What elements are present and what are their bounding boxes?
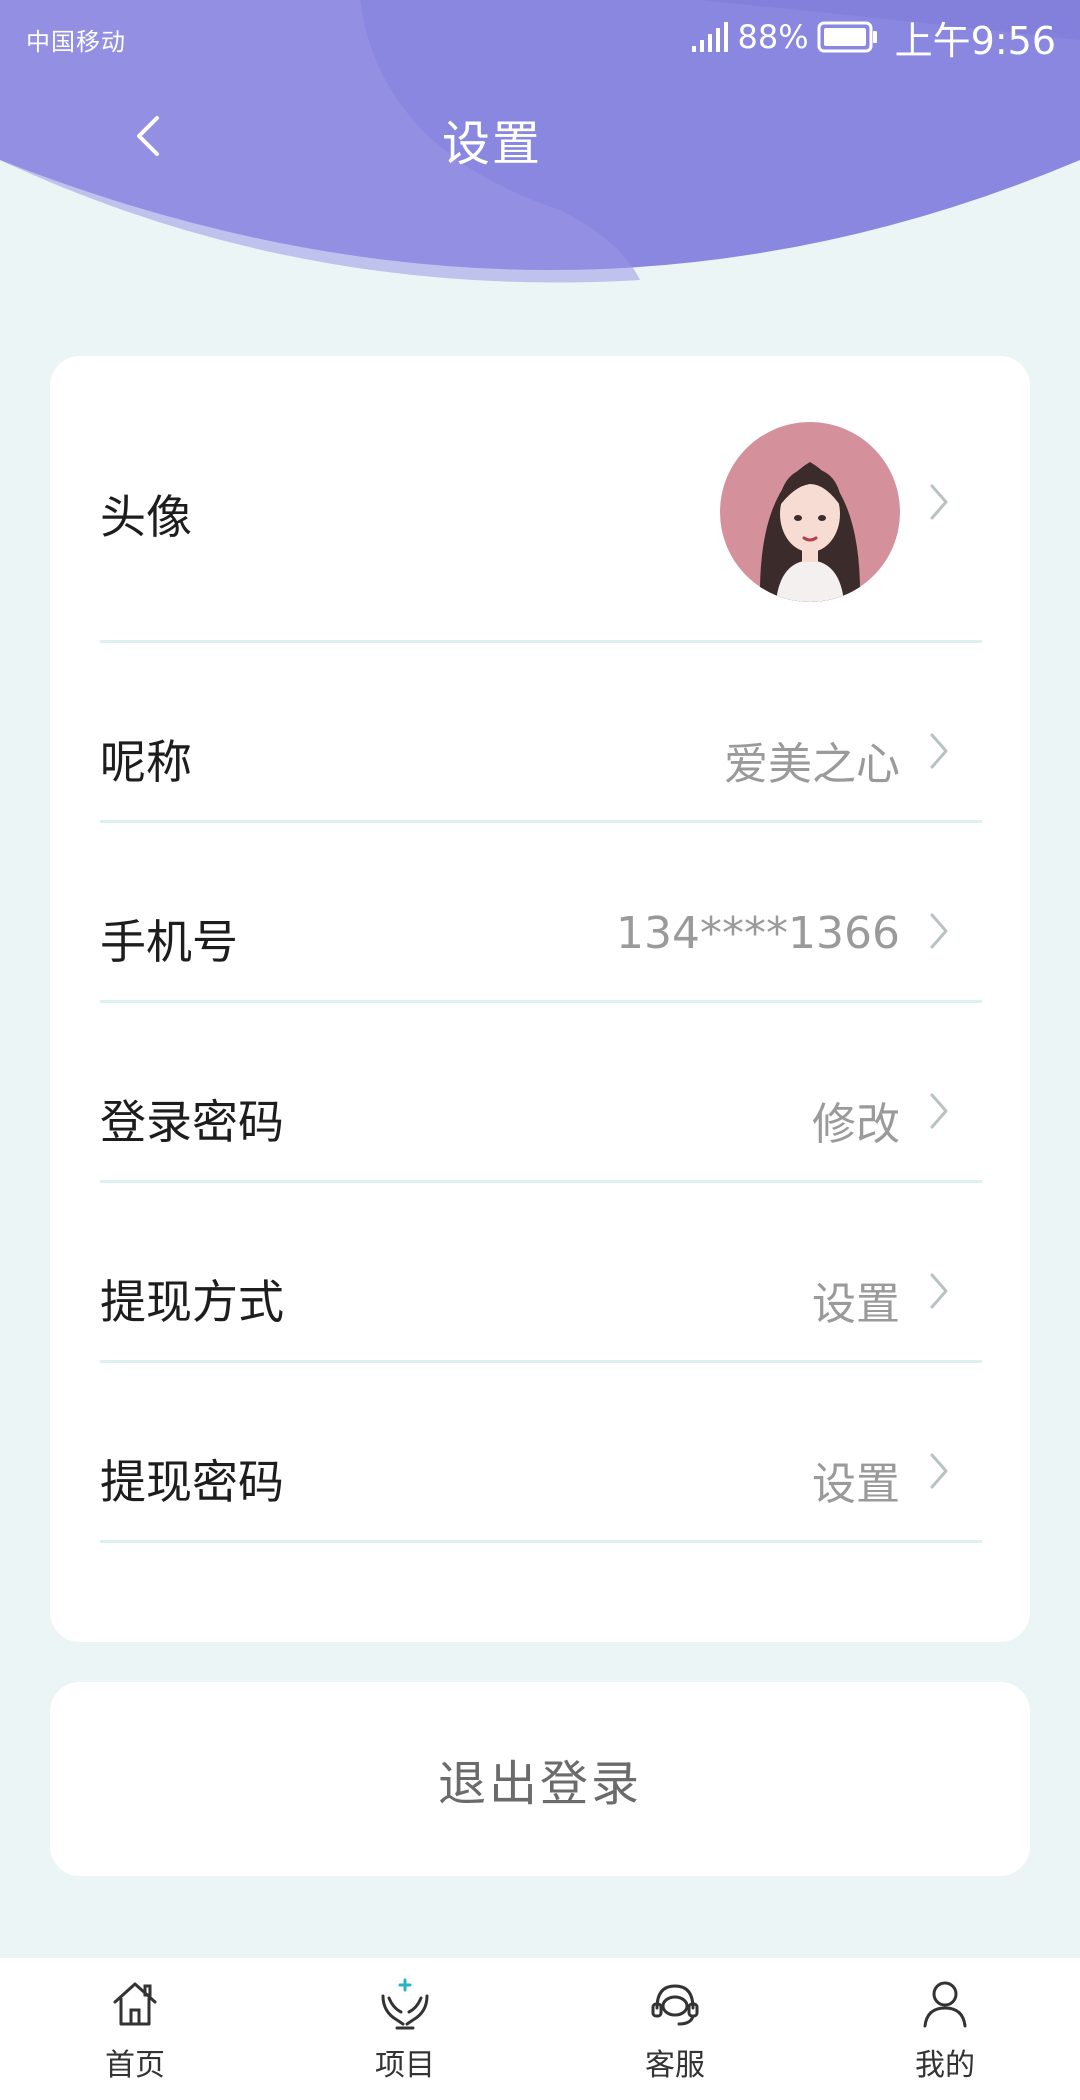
avatar-image xyxy=(720,422,900,602)
bottom-tab-bar: 首页 项目 客服 我的 xyxy=(0,1958,1080,2100)
headset-icon xyxy=(651,1984,699,2026)
tab-service-label: 客服 xyxy=(645,2048,705,2083)
battery-percent: 88% xyxy=(737,18,809,56)
login-password-label: 登录密码 xyxy=(100,1095,284,1149)
withdraw-password-label: 提现密码 xyxy=(100,1455,284,1509)
user-icon xyxy=(923,1981,967,2028)
chevron-right-icon xyxy=(930,1093,948,1129)
chevron-right-icon xyxy=(930,1453,948,1489)
tab-home-label: 首页 xyxy=(105,2048,165,2083)
phone-label: 手机号 xyxy=(100,915,238,969)
withdraw-password-row[interactable]: 提现密码 设置 xyxy=(100,1360,982,1543)
status-indicators: 88% 上午9:56 xyxy=(690,12,1056,63)
project-hands-icon xyxy=(381,1978,429,2030)
chevron-right-icon xyxy=(930,913,948,949)
signal-icon xyxy=(691,22,728,52)
tab-service[interactable]: 客服 xyxy=(540,1958,810,2100)
nickname-label: 呢称 xyxy=(100,735,192,789)
settings-card: 头像 呢称 爱美之心 手机号 134****1366 登录密码 修改 提现方式 … xyxy=(50,356,1030,1642)
chevron-right-icon xyxy=(930,733,948,769)
avatar-row[interactable]: 头像 xyxy=(100,356,982,643)
withdraw-password-value: 设置 xyxy=(812,1459,900,1510)
avatar-label: 头像 xyxy=(100,490,192,544)
withdraw-method-row[interactable]: 提现方式 设置 xyxy=(100,1180,982,1363)
tab-project[interactable]: 项目 xyxy=(270,1958,540,2100)
nickname-value: 爱美之心 xyxy=(724,739,900,790)
chevron-right-icon xyxy=(930,1273,948,1309)
withdraw-method-label: 提现方式 xyxy=(100,1275,284,1329)
battery-icon xyxy=(817,21,877,53)
login-password-row[interactable]: 登录密码 修改 xyxy=(100,1000,982,1183)
logout-button[interactable]: 退出登录 xyxy=(50,1682,1030,1876)
chevron-right-icon xyxy=(930,484,948,520)
logout-label: 退出登录 xyxy=(437,1756,642,1812)
login-password-value: 修改 xyxy=(812,1099,900,1150)
tab-project-label: 项目 xyxy=(375,2048,435,2083)
nickname-row[interactable]: 呢称 爱美之心 xyxy=(100,640,982,823)
tab-mine-label: 我的 xyxy=(915,2048,975,2083)
status-time: 上午9:56 xyxy=(894,18,1056,63)
phone-value: 134****1366 xyxy=(616,908,900,959)
carrier-name: 中国移动 xyxy=(26,28,126,56)
withdraw-method-value: 设置 xyxy=(812,1279,900,1330)
home-icon xyxy=(113,1982,157,2026)
status-bar: 中国移动 88% 上午9:56 xyxy=(0,0,1080,76)
phone-row[interactable]: 手机号 134****1366 xyxy=(100,820,982,1003)
tab-home[interactable]: 首页 xyxy=(0,1958,270,2100)
page-title: 设置 xyxy=(441,116,542,172)
tab-mine[interactable]: 我的 xyxy=(810,1958,1080,2100)
avatar[interactable] xyxy=(720,422,900,602)
